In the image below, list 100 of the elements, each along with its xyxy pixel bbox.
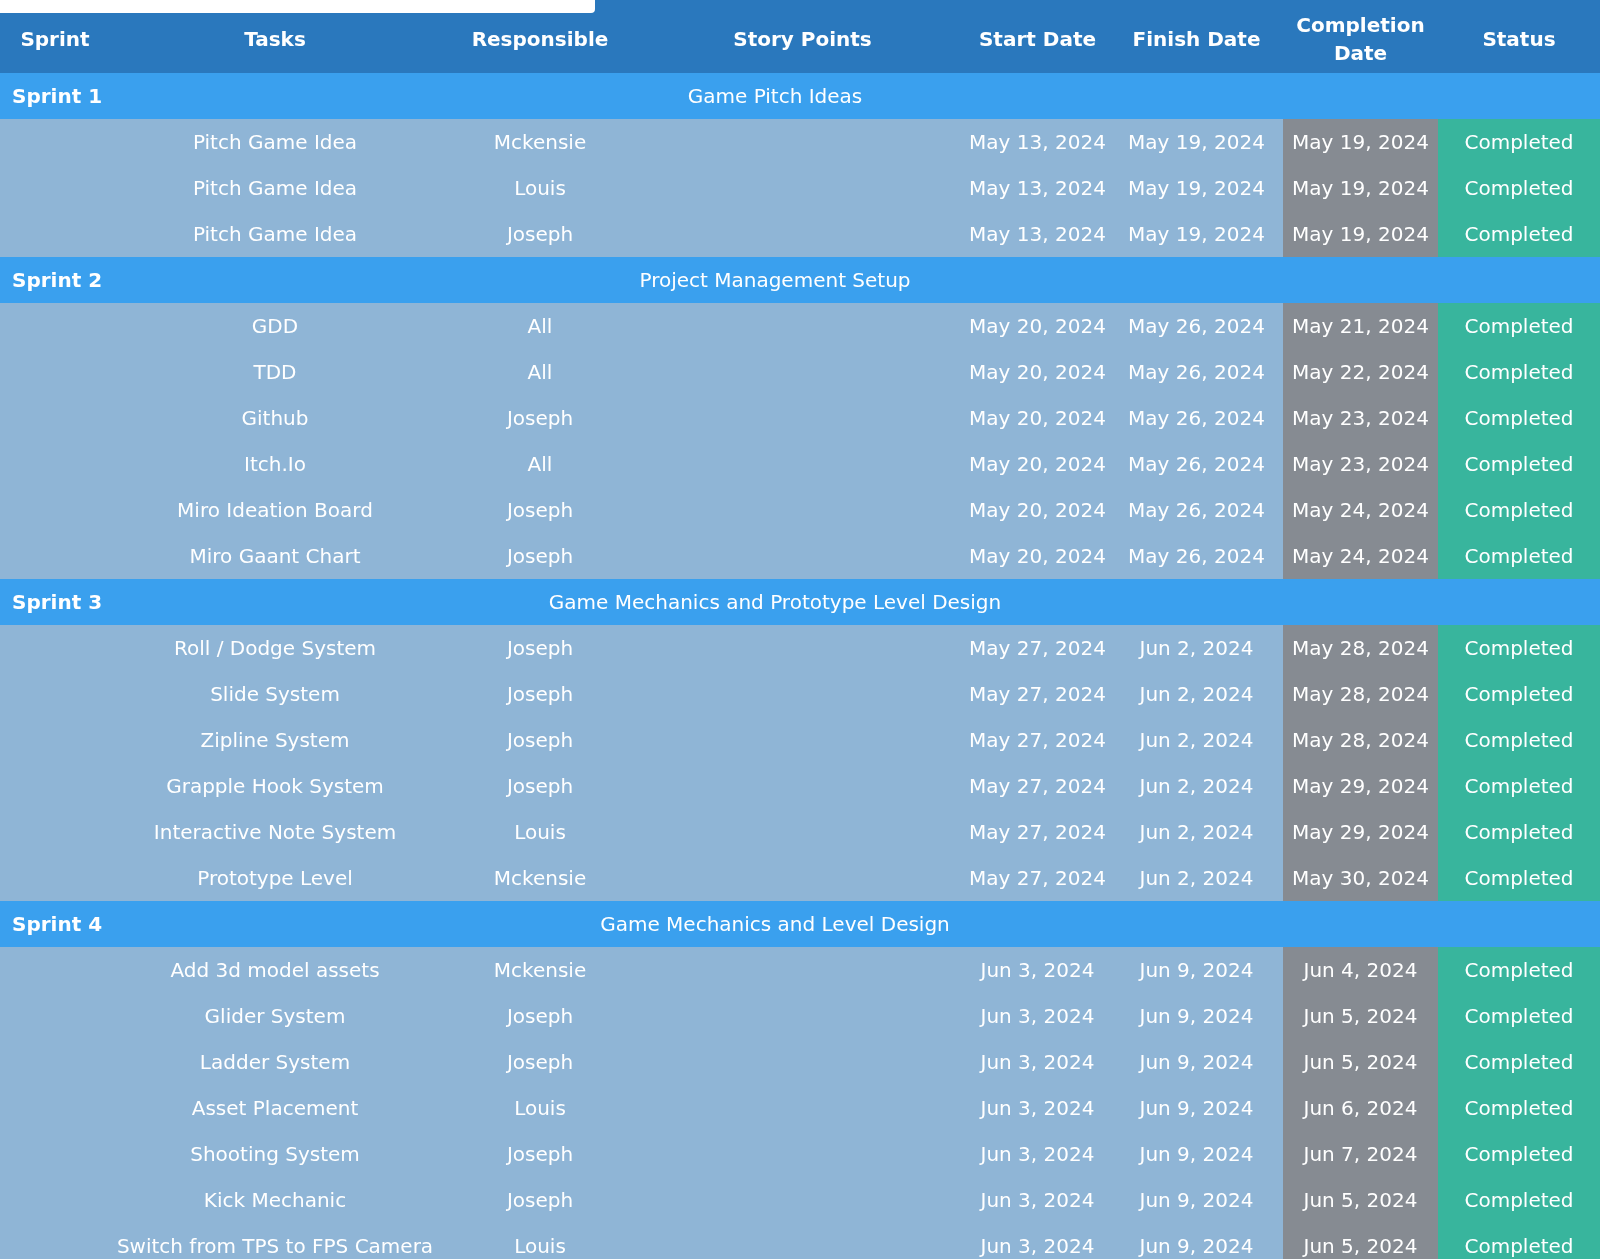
- start-date-cell-text: May 20, 2024: [968, 405, 1107, 432]
- start-date-cell-text: May 20, 2024: [968, 543, 1107, 570]
- start-date-cell-text: May 27, 2024: [968, 773, 1107, 800]
- task-cell-text: Prototype Level: [196, 865, 354, 892]
- completion-date-cell: Jun 5, 2024: [1283, 1039, 1438, 1085]
- task-cell-text: Itch.Io: [243, 451, 307, 478]
- sprint-name: Sprint 3: [11, 590, 104, 614]
- finish-date-cell-text: Jun 9, 2024: [1137, 1003, 1255, 1030]
- finish-date-cell-text: Jun 2, 2024: [1137, 819, 1255, 846]
- finish-date-cell-text: Jun 9, 2024: [1137, 1095, 1255, 1122]
- status-cell: Completed: [1438, 1223, 1600, 1259]
- finish-date-cell-text: May 19, 2024: [1127, 221, 1266, 248]
- column-header: Story Points: [732, 25, 873, 53]
- task-cell-text: Glider System: [203, 1003, 347, 1030]
- task-cell-text: Pitch Game Idea: [191, 221, 359, 248]
- sprint-name: Sprint 2: [11, 268, 104, 292]
- responsible-cell-text: Joseph: [505, 543, 575, 570]
- status-cell: Completed: [1438, 533, 1600, 579]
- task-cell-text: Shooting System: [189, 1141, 361, 1168]
- start-date-cell-text: May 27, 2024: [968, 727, 1107, 754]
- responsible-cell-text: Joseph: [505, 497, 575, 524]
- column-header: Status: [1481, 25, 1557, 53]
- column-header: Sprint: [19, 25, 91, 53]
- status-cell: Completed: [1438, 395, 1600, 441]
- finish-date-cell-text: May 26, 2024: [1127, 405, 1266, 432]
- sprint-title: Game Pitch Ideas: [686, 84, 864, 108]
- completion-date-cell: May 19, 2024: [1283, 165, 1438, 211]
- responsible-cell-text: Joseph: [505, 635, 575, 662]
- completion-date-cell: Jun 6, 2024: [1283, 1085, 1438, 1131]
- responsible-cell-text: Louis: [513, 1095, 567, 1122]
- start-date-cell-text: Jun 3, 2024: [978, 1049, 1096, 1076]
- status-cell: Completed: [1438, 211, 1600, 257]
- task-cell-text: Zipline System: [199, 727, 351, 754]
- status-cell: Completed: [1438, 1039, 1600, 1085]
- sprint-title: Project Management Setup: [638, 268, 912, 292]
- completion-date-cell: May 28, 2024: [1283, 671, 1438, 717]
- sprint-title: Game Mechanics and Prototype Level Design: [547, 590, 1003, 614]
- responsible-cell-text: Joseph: [505, 727, 575, 754]
- task-cell-text: TDD: [252, 359, 298, 386]
- status-cell: Completed: [1438, 717, 1600, 763]
- completion-date-cell: May 19, 2024: [1283, 119, 1438, 165]
- start-date-cell-text: May 13, 2024: [968, 129, 1107, 156]
- status-cell: Completed: [1438, 165, 1600, 211]
- completion-date-cell: May 22, 2024: [1283, 349, 1438, 395]
- status-cell: Completed: [1438, 119, 1600, 165]
- completion-date-cell: Jun 5, 2024: [1283, 993, 1438, 1039]
- start-date-cell-text: May 20, 2024: [968, 359, 1107, 386]
- finish-date-cell-text: Jun 9, 2024: [1137, 1141, 1255, 1168]
- status-cell: Completed: [1438, 441, 1600, 487]
- responsible-cell-text: Louis: [513, 1233, 567, 1259]
- responsible-cell-text: Joseph: [505, 221, 575, 248]
- start-date-cell-text: May 27, 2024: [968, 681, 1107, 708]
- completion-date-cell: May 28, 2024: [1283, 625, 1438, 671]
- status-cell: Completed: [1438, 993, 1600, 1039]
- finish-date-cell-text: Jun 2, 2024: [1137, 681, 1255, 708]
- start-date-cell-text: Jun 3, 2024: [978, 1003, 1096, 1030]
- finish-date-cell-text: May 19, 2024: [1127, 175, 1266, 202]
- responsible-cell-text: Joseph: [505, 773, 575, 800]
- completion-date-cell: Jun 5, 2024: [1283, 1223, 1438, 1259]
- status-cell: Completed: [1438, 625, 1600, 671]
- responsible-cell-text: Joseph: [505, 681, 575, 708]
- start-date-cell-text: Jun 3, 2024: [978, 1095, 1096, 1122]
- status-cell: Completed: [1438, 303, 1600, 349]
- finish-date-cell-text: Jun 2, 2024: [1137, 635, 1255, 662]
- finish-date-cell-text: Jun 9, 2024: [1137, 1049, 1255, 1076]
- column-header: Tasks: [243, 25, 307, 53]
- task-cell-text: Miro Gaant Chart: [188, 543, 362, 570]
- sprint-name: Sprint 1: [11, 84, 104, 108]
- completion-date-cell: May 29, 2024: [1283, 763, 1438, 809]
- responsible-cell-text: Joseph: [505, 1141, 575, 1168]
- finish-date-cell-text: May 26, 2024: [1127, 543, 1266, 570]
- column-header: Start Date: [977, 25, 1098, 53]
- completion-date-cell: May 23, 2024: [1283, 441, 1438, 487]
- status-cell: Completed: [1438, 349, 1600, 395]
- completion-date-cell: May 30, 2024: [1283, 855, 1438, 901]
- finish-date-cell-text: Jun 2, 2024: [1137, 865, 1255, 892]
- task-cell-text: Asset Placement: [190, 1095, 360, 1122]
- status-cell: Completed: [1438, 947, 1600, 993]
- task-cell-text: Add 3d model assets: [169, 957, 381, 984]
- finish-date-cell-text: May 26, 2024: [1127, 497, 1266, 524]
- responsible-cell-text: Joseph: [505, 1003, 575, 1030]
- start-date-cell-text: May 13, 2024: [968, 175, 1107, 202]
- task-cell-text: Github: [240, 405, 310, 432]
- completion-date-cell: Jun 4, 2024: [1283, 947, 1438, 993]
- column-header: Completion Date: [1295, 11, 1426, 67]
- responsible-cell-text: All: [526, 451, 554, 478]
- start-date-cell-text: May 27, 2024: [968, 819, 1107, 846]
- column-header: Responsible: [470, 25, 610, 53]
- start-date-cell-text: May 27, 2024: [968, 635, 1107, 662]
- completion-date-cell: Jun 7, 2024: [1283, 1131, 1438, 1177]
- task-cell-text: Switch from TPS to FPS Camera: [115, 1233, 435, 1259]
- completion-date-cell: May 24, 2024: [1283, 487, 1438, 533]
- task-cell-text: Roll / Dodge System: [172, 635, 378, 662]
- start-date-cell-text: May 20, 2024: [968, 451, 1107, 478]
- start-date-cell-text: Jun 3, 2024: [978, 1233, 1096, 1259]
- status-cell: Completed: [1438, 809, 1600, 855]
- responsible-cell-text: Joseph: [505, 1049, 575, 1076]
- status-cell: Completed: [1438, 763, 1600, 809]
- completion-date-cell: May 19, 2024: [1283, 211, 1438, 257]
- completion-date-cell: May 24, 2024: [1283, 533, 1438, 579]
